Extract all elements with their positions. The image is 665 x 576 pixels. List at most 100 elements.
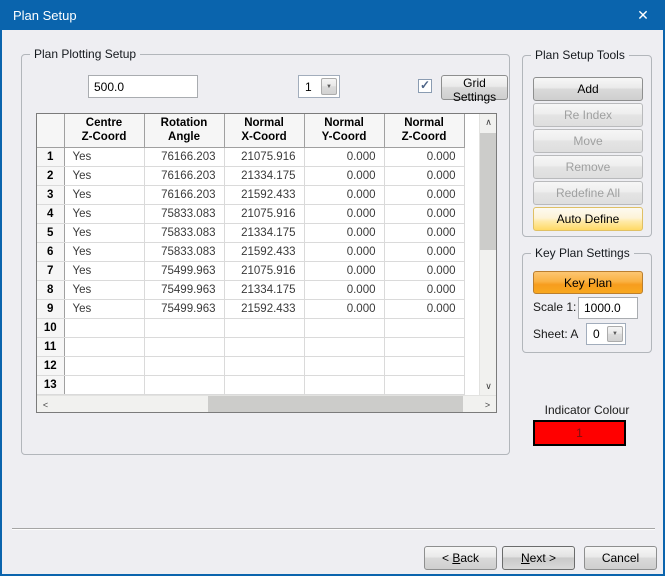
- row-header[interactable]: 6: [37, 242, 64, 261]
- next-button[interactable]: Next >: [502, 546, 575, 570]
- vertical-scrollbar-thumb[interactable]: [480, 133, 497, 250]
- table-cell[interactable]: 0.000: [304, 261, 384, 280]
- table-cell[interactable]: 0.000: [304, 166, 384, 185]
- table-cell[interactable]: 0.000: [384, 185, 464, 204]
- table-cell[interactable]: Yes: [64, 166, 144, 185]
- scale-input[interactable]: [88, 75, 198, 98]
- table-cell[interactable]: 0.000: [384, 242, 464, 261]
- table-cell[interactable]: 21592.433: [224, 299, 304, 318]
- horizontal-scrollbar-thumb[interactable]: [208, 396, 463, 413]
- chevron-down-icon[interactable]: ▼: [607, 326, 623, 342]
- table-cell[interactable]: 76166.203: [144, 185, 224, 204]
- table-cell[interactable]: Yes: [64, 299, 144, 318]
- table-cell[interactable]: 21334.175: [224, 280, 304, 299]
- table-cell[interactable]: Yes: [64, 147, 144, 166]
- table-cell[interactable]: [304, 318, 384, 337]
- table-cell[interactable]: Yes: [64, 242, 144, 261]
- cancel-button[interactable]: Cancel: [584, 546, 657, 570]
- chevron-down-icon[interactable]: ▼: [321, 78, 337, 95]
- table-cell[interactable]: 0.000: [304, 299, 384, 318]
- tool-button-auto-define[interactable]: Auto Define: [533, 207, 643, 231]
- key-plan-button[interactable]: Key Plan: [533, 271, 643, 294]
- table-cell[interactable]: 0.000: [304, 204, 384, 223]
- row-header[interactable]: 9: [37, 299, 64, 318]
- row-header[interactable]: 11: [37, 337, 64, 356]
- table-cell[interactable]: Yes: [64, 223, 144, 242]
- table-cell[interactable]: [144, 337, 224, 356]
- table-cell[interactable]: [144, 318, 224, 337]
- table-cell[interactable]: 21075.916: [224, 204, 304, 223]
- table-cell[interactable]: [64, 337, 144, 356]
- table-cell[interactable]: 75499.963: [144, 299, 224, 318]
- table-cell[interactable]: [224, 375, 304, 394]
- table-cell[interactable]: 21592.433: [224, 185, 304, 204]
- table-cell[interactable]: 0.000: [384, 204, 464, 223]
- close-icon[interactable]: ✕: [621, 0, 665, 30]
- scroll-right-icon[interactable]: >: [479, 396, 496, 413]
- table-cell[interactable]: 0.000: [384, 223, 464, 242]
- table-cell[interactable]: [224, 337, 304, 356]
- table-cell[interactable]: 0.000: [384, 147, 464, 166]
- row-header[interactable]: 8: [37, 280, 64, 299]
- row-header[interactable]: 7: [37, 261, 64, 280]
- table-cell[interactable]: 75499.963: [144, 261, 224, 280]
- row-header[interactable]: 4: [37, 204, 64, 223]
- row-header[interactable]: 2: [37, 166, 64, 185]
- grid-settings-button[interactable]: Grid Settings: [441, 75, 508, 100]
- row-header[interactable]: 1: [37, 147, 64, 166]
- scroll-left-icon[interactable]: <: [37, 396, 54, 413]
- table-cell[interactable]: 0.000: [304, 185, 384, 204]
- table-cell[interactable]: [224, 318, 304, 337]
- table-cell[interactable]: Yes: [64, 204, 144, 223]
- table-cell[interactable]: 0.000: [384, 166, 464, 185]
- key-plan-sheet-combo[interactable]: 0 ▼: [586, 323, 626, 345]
- table-cell[interactable]: [144, 375, 224, 394]
- table-cell[interactable]: [64, 375, 144, 394]
- key-plan-scale-input[interactable]: [578, 297, 638, 319]
- column-header-3[interactable]: NormalY-Coord: [304, 114, 384, 147]
- table-cell[interactable]: [304, 375, 384, 394]
- scroll-down-icon[interactable]: ∨: [480, 378, 497, 395]
- table-cell[interactable]: 0.000: [304, 223, 384, 242]
- column-header-1[interactable]: RotationAngle: [144, 114, 224, 147]
- table-cell[interactable]: 0.000: [384, 280, 464, 299]
- scroll-up-icon[interactable]: ∧: [480, 114, 497, 131]
- table-cell[interactable]: [384, 337, 464, 356]
- table-cell[interactable]: 21334.175: [224, 166, 304, 185]
- sheet-size-combo[interactable]: 1 ▼: [298, 75, 340, 98]
- table-cell[interactable]: [384, 356, 464, 375]
- table-cell[interactable]: 21075.916: [224, 261, 304, 280]
- table-cell[interactable]: 0.000: [304, 147, 384, 166]
- row-header[interactable]: 3: [37, 185, 64, 204]
- table-cell[interactable]: 75833.083: [144, 242, 224, 261]
- table-cell[interactable]: [64, 318, 144, 337]
- table-cell[interactable]: Yes: [64, 261, 144, 280]
- table-cell[interactable]: [64, 356, 144, 375]
- table-cell[interactable]: 0.000: [304, 242, 384, 261]
- row-header[interactable]: 10: [37, 318, 64, 337]
- row-header[interactable]: 13: [37, 375, 64, 394]
- column-header-2[interactable]: NormalX-Coord: [224, 114, 304, 147]
- table-cell[interactable]: 0.000: [384, 299, 464, 318]
- table-cell[interactable]: [224, 356, 304, 375]
- table-cell[interactable]: [384, 375, 464, 394]
- table-cell[interactable]: 21334.175: [224, 223, 304, 242]
- table-cell[interactable]: 75833.083: [144, 204, 224, 223]
- column-header-0[interactable]: CentreZ-Coord: [64, 114, 144, 147]
- table-cell[interactable]: [144, 356, 224, 375]
- table-cell[interactable]: [304, 356, 384, 375]
- table-cell[interactable]: 76166.203: [144, 147, 224, 166]
- table-cell[interactable]: 76166.203: [144, 166, 224, 185]
- table-cell[interactable]: 75833.083: [144, 223, 224, 242]
- table-cell[interactable]: 0.000: [304, 280, 384, 299]
- table-cell[interactable]: 0.000: [384, 261, 464, 280]
- table-cell[interactable]: Yes: [64, 280, 144, 299]
- table-cell[interactable]: [384, 318, 464, 337]
- table-cell[interactable]: 21075.916: [224, 147, 304, 166]
- horizontal-scrollbar[interactable]: < >: [37, 395, 496, 412]
- column-header-4[interactable]: NormalZ-Coord: [384, 114, 464, 147]
- table-cell[interactable]: 21592.433: [224, 242, 304, 261]
- indicator-colour-box[interactable]: 1: [533, 420, 626, 446]
- row-header[interactable]: 12: [37, 356, 64, 375]
- tool-button-add[interactable]: Add: [533, 77, 643, 101]
